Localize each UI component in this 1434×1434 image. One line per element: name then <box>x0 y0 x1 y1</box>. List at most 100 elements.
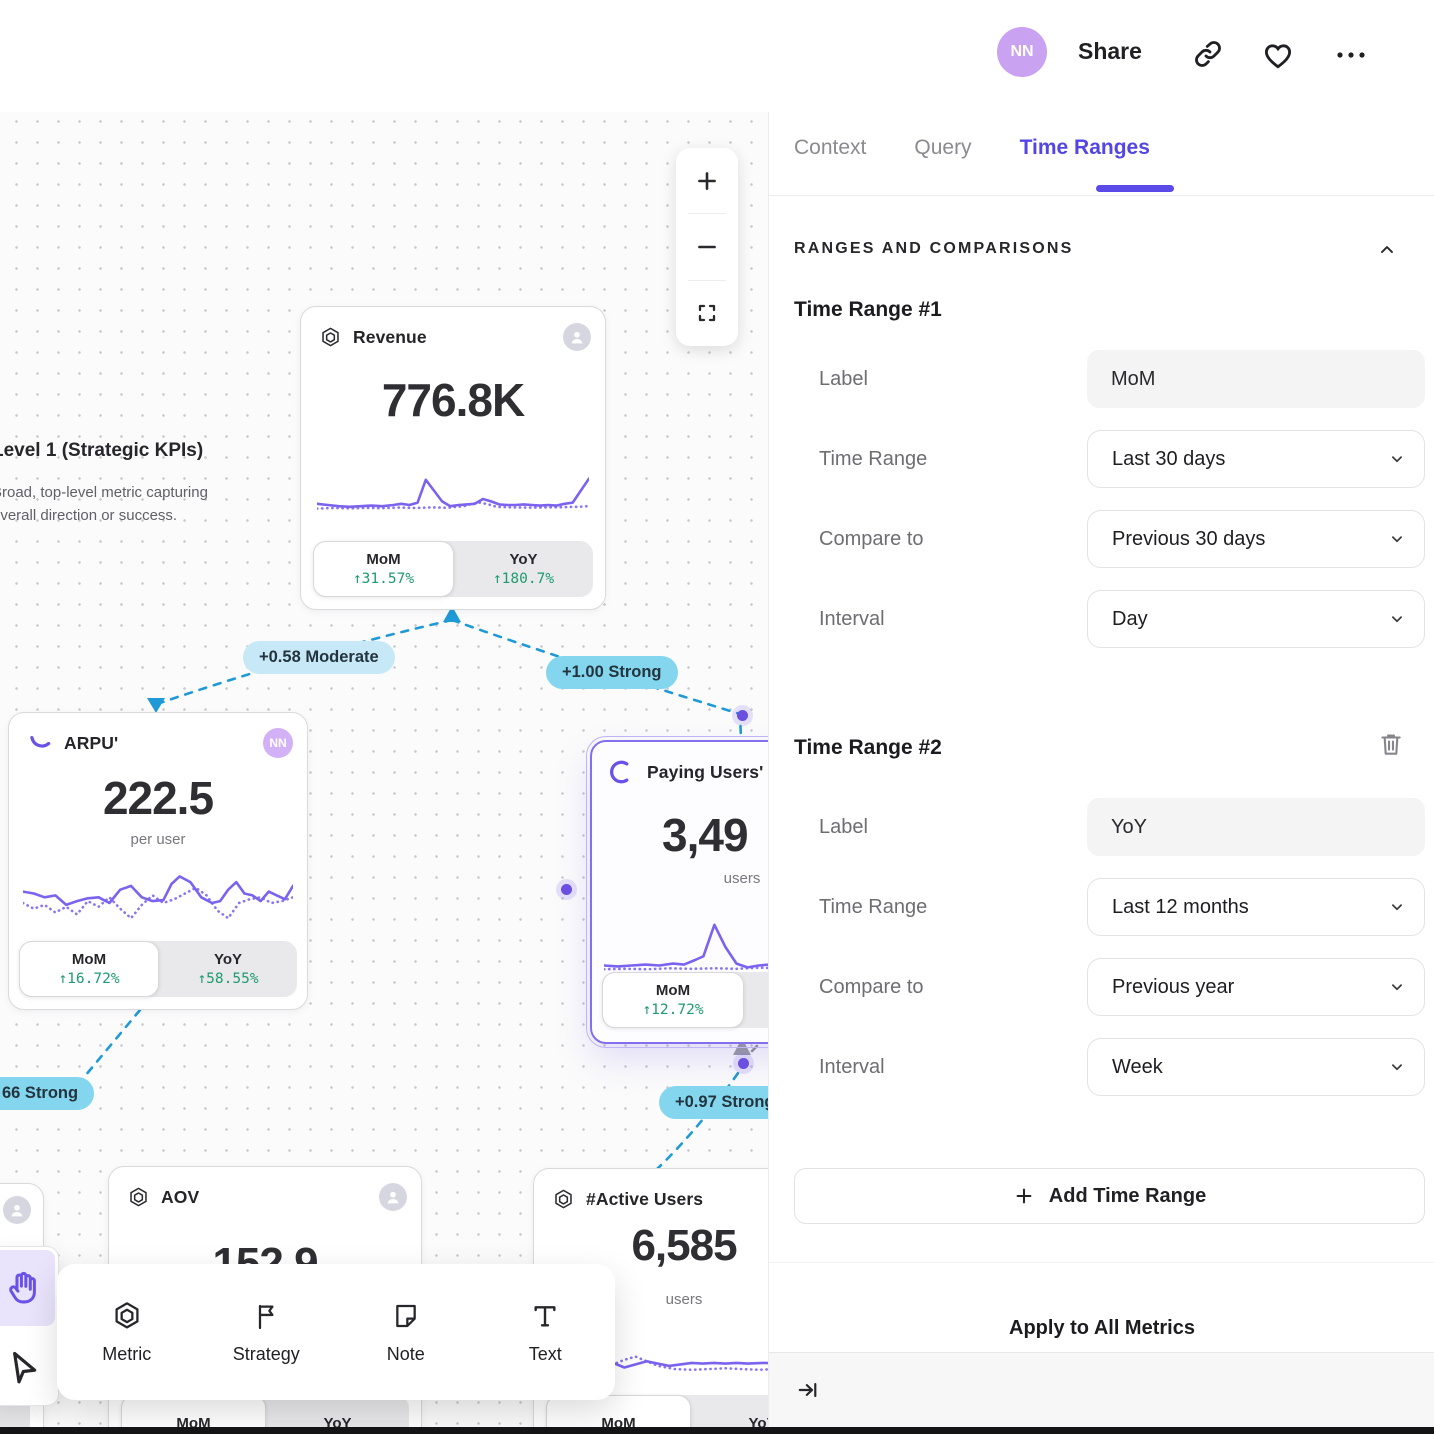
delete-time-range-button[interactable] <box>1377 730 1405 765</box>
field-row-interval: Interval Day <box>819 590 1425 648</box>
tool-metric[interactable]: Metric <box>57 1264 197 1400</box>
time-range-select[interactable]: Last 12 months <box>1087 878 1425 936</box>
tool-strategy[interactable]: Strategy <box>197 1264 337 1400</box>
field-row-label: Label MoM <box>819 350 1425 408</box>
interval-select[interactable]: Week <box>1087 1038 1425 1096</box>
metric-card-paying-users[interactable]: Paying Users' 3,49 users MoM ↑12.72% <box>590 740 768 1044</box>
zoom-in-button[interactable] <box>676 148 738 213</box>
metric-value: 3,49 <box>662 808 748 862</box>
collapse-panel-button[interactable] <box>796 1377 822 1408</box>
card-title: Paying Users' <box>647 762 763 783</box>
field-label: Interval <box>819 1056 1087 1079</box>
field-row-compare: Compare to Previous year <box>819 958 1425 1016</box>
arpu-sparkline <box>23 865 293 941</box>
tool-note[interactable]: Note <box>336 1264 476 1400</box>
tab-context[interactable]: Context <box>794 136 866 160</box>
trash-icon <box>1377 730 1405 760</box>
arrow-to-bar-icon <box>796 1377 822 1403</box>
field-row-compare: Compare to Previous 30 days <box>819 510 1425 568</box>
yoy-toggle[interactable] <box>744 972 768 1028</box>
edge-arpu-down <box>80 1010 140 1082</box>
metric-value: 776.8K <box>301 373 605 427</box>
connection-handle[interactable] <box>561 884 572 895</box>
field-row-interval: Interval Week <box>819 1038 1425 1096</box>
tab-query[interactable]: Query <box>914 136 971 160</box>
connection-handle[interactable] <box>738 1058 749 1069</box>
app-window: Level 1 (Strategic KPIs) Broad, top-leve… <box>0 0 1434 1434</box>
yoy-toggle[interactable]: YoY ↑180.7% <box>454 541 593 597</box>
field-label: Compare to <box>819 976 1087 999</box>
copy-link-button[interactable] <box>1192 38 1224 75</box>
comparison-toggle: MoM ↑16.72% YoY ↑58.55% <box>19 941 297 997</box>
tool-label: Metric <box>102 1344 151 1365</box>
field-label: Label <box>819 816 1087 839</box>
chevron-down-icon <box>1388 450 1406 468</box>
interval-select[interactable]: Day <box>1087 590 1425 648</box>
compare-to-select[interactable]: Previous 30 days <box>1087 510 1425 568</box>
owner-avatar-icon <box>3 1196 31 1224</box>
field-label: Compare to <box>819 528 1087 551</box>
card-title: ARPU' <box>64 733 118 754</box>
level-note-body: Broad, top-level metric capturing overal… <box>0 481 208 527</box>
yoy-label: YoY <box>214 950 242 969</box>
label-input[interactable]: MoM <box>1087 350 1425 408</box>
select-tool-button[interactable] <box>0 1331 55 1401</box>
arrowhead-into-arpu <box>147 698 165 713</box>
divider <box>769 1262 1434 1263</box>
card-header: ARPU' NN <box>27 727 293 759</box>
collapse-section-button[interactable] <box>1377 240 1397 265</box>
select-value: Last 12 months <box>1112 896 1249 919</box>
mom-toggle[interactable]: MoM ↑12.72% <box>602 972 744 1028</box>
panel-footer <box>769 1352 1434 1428</box>
hand-tool-button[interactable] <box>0 1250 55 1326</box>
fullscreen-icon <box>695 301 719 325</box>
favorite-button[interactable] <box>1261 38 1295 77</box>
plus-icon <box>1013 1185 1035 1207</box>
label-input[interactable]: YoY <box>1087 798 1425 856</box>
select-value: Day <box>1112 608 1148 631</box>
zoom-out-icon <box>694 234 720 260</box>
tool-text[interactable]: Text <box>476 1264 616 1400</box>
metric-value: 222.5 <box>9 771 307 825</box>
mom-toggle[interactable]: MoM ↑16.72% <box>19 941 159 997</box>
collaborator-avatar: NN <box>263 728 293 758</box>
user-avatar[interactable]: NN <box>997 27 1047 77</box>
metric-hexagon-icon <box>319 326 342 349</box>
flag-icon <box>250 1300 282 1332</box>
field-label: Label <box>819 368 1087 391</box>
add-time-range-button[interactable]: Add Time Range <box>794 1168 1425 1224</box>
chevron-up-icon <box>1377 240 1397 260</box>
favorite-icon <box>1261 38 1295 72</box>
metric-tree-canvas[interactable]: Level 1 (Strategic KPIs) Broad, top-leve… <box>0 0 768 1434</box>
apply-all-metrics-button[interactable]: Apply to All Metrics <box>769 1308 1434 1348</box>
revenue-sparkline <box>317 469 589 517</box>
yoy-toggle[interactable]: YoY ↑58.55% <box>159 941 297 997</box>
card-header: Paying Users' <box>610 756 768 788</box>
copy-link-icon <box>1192 38 1224 70</box>
comparison-toggle: MoM ↑12.72% <box>602 972 768 1028</box>
select-value: Last 30 days <box>1112 448 1225 471</box>
zoom-out-button[interactable] <box>676 214 738 279</box>
chevron-down-icon <box>1388 1058 1406 1076</box>
mom-delta: ↑16.72% <box>58 969 119 989</box>
field-row-time-range: Time Range Last 12 months <box>819 878 1425 936</box>
mom-label: MoM <box>366 550 400 569</box>
compare-to-select[interactable]: Previous year <box>1087 958 1425 1016</box>
tab-time-ranges[interactable]: Time Ranges <box>1020 136 1150 160</box>
metric-card-revenue[interactable]: Revenue 776.8K MoM ↑31.57% YoY ↑180.7% <box>300 306 606 610</box>
yoy-delta: ↑180.7% <box>493 569 554 589</box>
metric-card-arpu[interactable]: ARPU' NN 222.5 per user MoM ↑16.72% YoY … <box>8 712 308 1010</box>
time-range-select[interactable]: Last 30 days <box>1087 430 1425 488</box>
level-note-line2: overall direction or success. <box>0 504 208 527</box>
edge-label-moderate: +0.58 Moderate <box>243 641 395 674</box>
chevron-down-icon <box>1388 530 1406 548</box>
hand-icon <box>4 1269 42 1307</box>
connection-handle[interactable] <box>737 710 748 721</box>
mom-toggle[interactable]: MoM ↑31.57% <box>313 541 454 597</box>
fit-view-button[interactable] <box>676 281 738 346</box>
metric-hexagon-icon <box>552 1188 575 1211</box>
tool-label: Strategy <box>233 1344 300 1365</box>
active-tab-underline <box>1096 185 1174 192</box>
share-button[interactable]: Share <box>1078 38 1142 65</box>
more-options-button[interactable] <box>1334 44 1368 71</box>
